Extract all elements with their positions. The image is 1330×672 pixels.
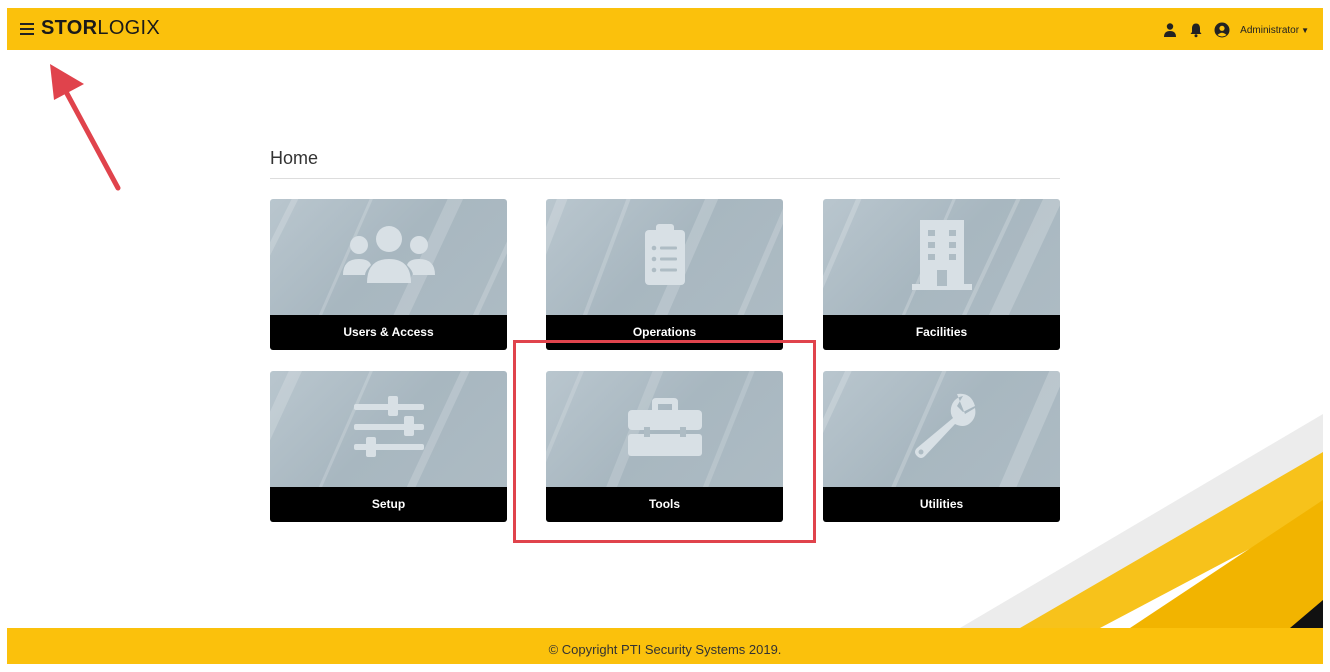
copyright-text: © Copyright PTI Security Systems 2019. [548,642,782,657]
logo-bold-text: STOR [41,17,98,39]
account-circle-icon[interactable] [1214,22,1230,38]
tile-setup[interactable]: Setup [270,371,507,522]
logo-regular-text: LOGIX [97,17,161,39]
annotation-highlight-box [513,340,816,543]
page-title: Home [270,148,319,168]
title-divider [270,178,1060,179]
users-icon [342,226,435,283]
annotation-arrow [50,64,121,191]
clipboard-list-icon [644,224,685,285]
tile-operations[interactable]: Operations [546,199,783,350]
footer: © Copyright PTI Security Systems 2019. [7,628,1323,664]
tile-label: Users & Access [270,315,507,350]
user-dropdown[interactable]: Administrator ▼ [1240,25,1309,36]
caret-down-icon: ▼ [1301,25,1309,35]
user-controls: Administrator ▼ [1162,21,1309,39]
user-icon[interactable] [1162,22,1178,38]
hamburger-menu-icon[interactable] [20,20,34,36]
tile-label: Facilities [823,315,1060,350]
building-icon [911,220,972,290]
tile-users-access[interactable]: Users & Access [270,199,507,350]
decorative-stripes [960,414,1323,628]
sliders-icon [353,396,424,457]
user-name: Administrator [1240,24,1300,36]
tile-label: Setup [270,487,507,522]
app-logo[interactable]: STORLOGIX [41,17,160,40]
top-navbar: STORLOGIX Administrator ▼ [7,8,1323,50]
tile-facilities[interactable]: Facilities [823,199,1060,350]
bell-icon[interactable] [1188,22,1204,38]
